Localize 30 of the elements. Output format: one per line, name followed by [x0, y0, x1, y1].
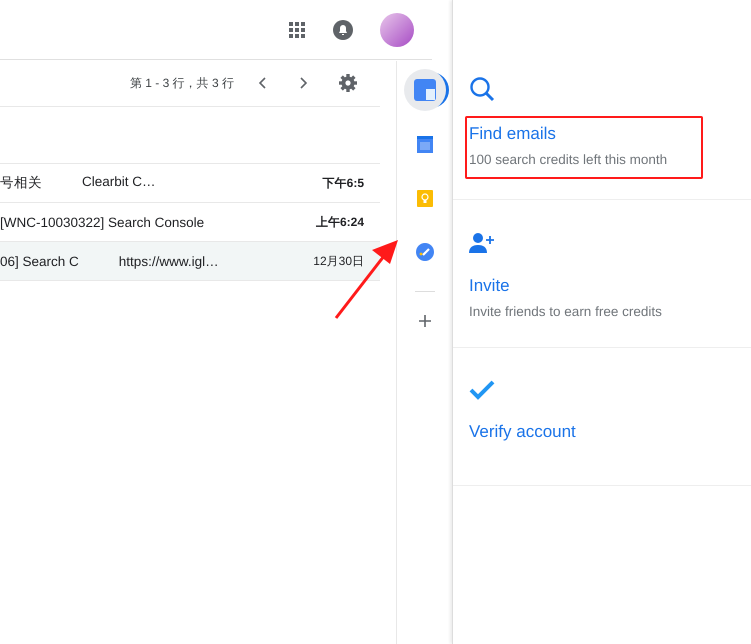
section-title[interactable]: Verify account — [469, 422, 576, 442]
email-row[interactable]: 06] Search C https://www.igl… 12月30日 — [0, 242, 380, 281]
check-circle-icon — [416, 243, 434, 261]
calendar-icon — [416, 136, 432, 152]
section-subtitle: 100 search credits left this month — [469, 152, 668, 167]
chevron-right-icon[interactable] — [298, 76, 308, 90]
email-time: 12月30日 — [313, 252, 364, 270]
search-icon — [469, 76, 495, 102]
lightbulb-icon — [416, 190, 432, 206]
email-row[interactable]: 号相关 Clearbit C… 下午6:5 — [0, 164, 380, 203]
apps-grid-icon[interactable] — [288, 20, 306, 38]
email-time: 上午6:24 — [316, 214, 364, 230]
add-person-icon — [469, 232, 495, 254]
email-subject-text: https://www.igl… — [118, 254, 219, 268]
email-subject-text: Clearbit C… — [82, 174, 156, 191]
section-title[interactable]: Invite — [469, 276, 662, 296]
section-title[interactable]: Find emails — [469, 124, 687, 144]
addon-button[interactable] — [404, 69, 446, 111]
bell-icon[interactable] — [332, 18, 354, 40]
email-subject-text: 号相关 — [0, 174, 42, 192]
square-logo-icon — [414, 79, 436, 101]
plus-icon[interactable] — [418, 314, 432, 328]
email-subject-text: 06] Search C — [0, 254, 79, 268]
email-subject-text: [WNC-10030322] Search Console — [0, 214, 204, 230]
avatar[interactable] — [380, 12, 414, 46]
pagination-text: 第 1 - 3 行，共 3 行 — [130, 74, 234, 92]
chevron-left-icon[interactable] — [258, 76, 268, 90]
section-subtitle: Invite friends to earn free credits — [469, 304, 662, 319]
checkmark-icon — [469, 380, 495, 400]
email-time: 下午6:5 — [322, 174, 364, 192]
